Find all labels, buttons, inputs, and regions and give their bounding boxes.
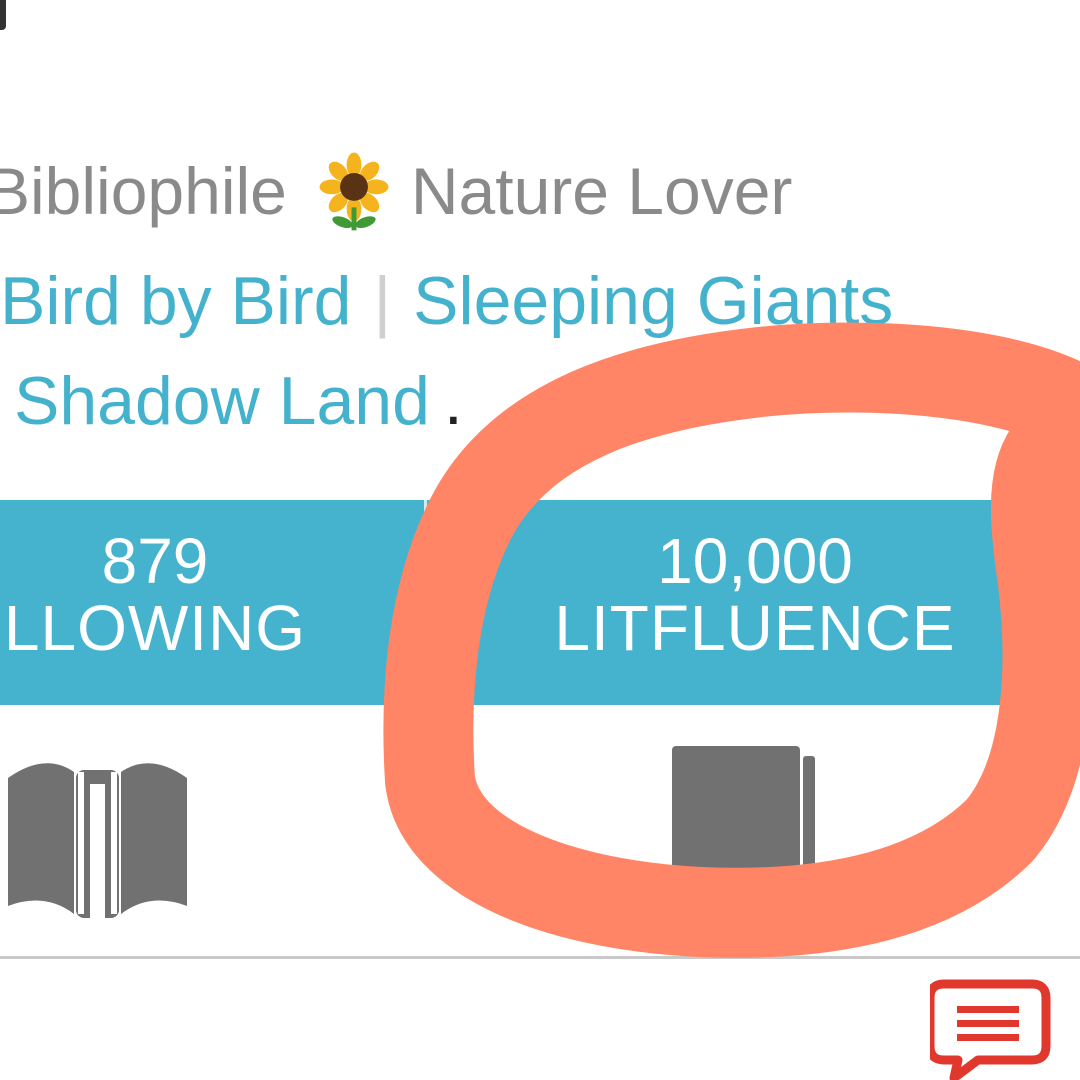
favorite-books-line-2: Shadow Land. <box>14 362 463 440</box>
litfluence-stat[interactable]: 10,000 LITFLUENCE <box>430 500 1080 705</box>
profile-screen: Bibliophile Nature Lover Bird by Bird | Sl… <box>0 0 1080 1080</box>
book-link-shadow-land[interactable]: Shadow Land <box>14 363 430 439</box>
open-book-icon[interactable] <box>0 748 205 923</box>
litfluence-count: 10,000 <box>657 525 853 597</box>
book-separator: | <box>373 263 392 339</box>
bio-text-nature-lover: Nature Lover <box>410 154 793 228</box>
bottom-divider <box>0 956 1080 959</box>
closed-book-icon[interactable] <box>672 742 822 892</box>
top-edge-mark <box>0 0 6 30</box>
stats-bar: 879 LLOWING 10,000 LITFLUENCE <box>0 500 1080 705</box>
book-link-sleeping-giants[interactable]: Sleeping Giants <box>413 263 893 339</box>
stats-divider <box>424 500 427 705</box>
following-stat[interactable]: 879 LLOWING <box>0 500 420 705</box>
bio-text-bibliophile: Bibliophile <box>0 154 287 228</box>
book-link-bird-by-bird[interactable]: Bird by Bird <box>0 263 351 339</box>
sunflower-icon <box>319 152 389 231</box>
following-count: 879 <box>101 525 209 597</box>
following-label: LLOWING <box>3 592 307 665</box>
litfluence-label: LITFLUENCE <box>554 592 956 665</box>
comment-icon[interactable] <box>930 978 1055 1080</box>
favorite-books-line-1: Bird by Bird | Sleeping Giants <box>0 262 893 340</box>
trailing-period: . <box>443 363 463 439</box>
profile-bio: Bibliophile Nature Lover <box>0 150 792 232</box>
